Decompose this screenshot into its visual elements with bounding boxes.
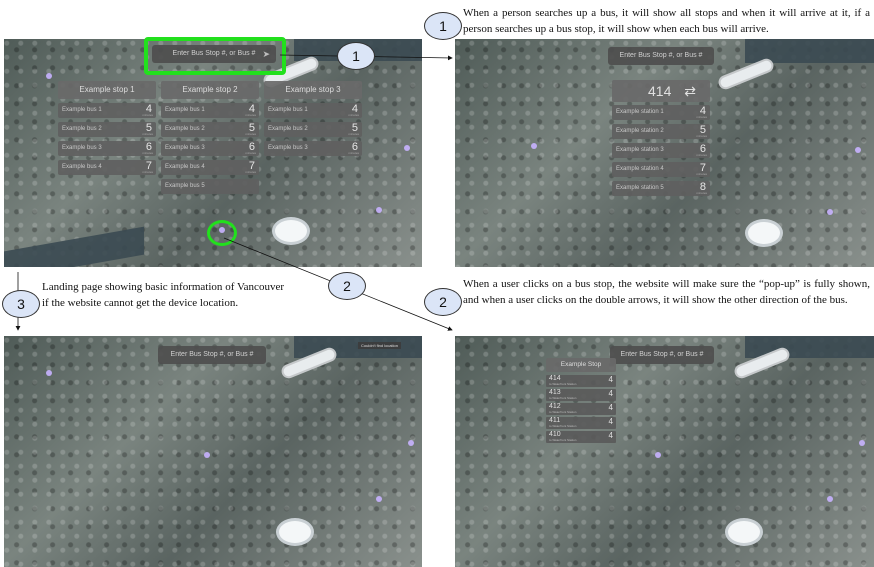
step-badge-1: 1 <box>337 42 375 70</box>
description-step-3: Landing page showing basic information o… <box>42 281 284 309</box>
step-badge-2: 2 <box>424 288 462 316</box>
step-badge-3: 3 <box>2 290 40 318</box>
step-badge-2: 2 <box>328 272 366 300</box>
step-badge-1: 1 <box>424 12 462 40</box>
description-step-2: When a user clicks on a bus stop, the we… <box>463 278 870 306</box>
description-step-1: When a person searches up a bus, it will… <box>463 7 870 35</box>
